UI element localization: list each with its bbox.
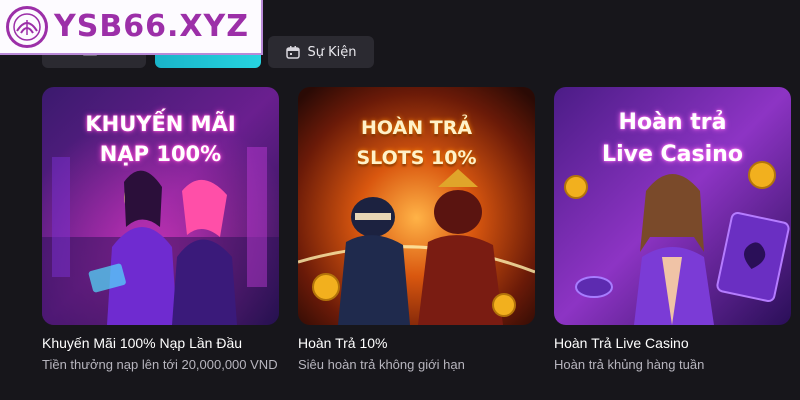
banner-headline: HOÀN TRẢ SLOTS 10%	[298, 113, 535, 173]
banner-line-1: KHUYẾN MÃI	[85, 112, 236, 136]
card-description: Hoàn trả khủng hàng tuần	[554, 357, 705, 372]
promo-banner-image[interactable]: KHUYẾN MÃI NẠP 100%	[42, 87, 279, 325]
tab-events[interactable]: Sự Kiện	[268, 36, 374, 68]
banner-headline: Hoàn trả Live Casino	[554, 107, 791, 171]
banner-line-1: HOÀN TRẢ	[360, 117, 473, 139]
promo-card-first-deposit[interactable]: KHUYẾN MÃI NẠP 100% Khuyến Mãi 100% Nạp …	[42, 87, 279, 372]
tab-events-label: Sự Kiện	[307, 44, 357, 60]
logo-emblem-icon	[6, 5, 48, 48]
card-title[interactable]: Hoàn Trả 10%	[298, 335, 535, 351]
card-title[interactable]: Hoàn Trả Live Casino	[554, 335, 791, 351]
banner-line-2: NẠP 100%	[99, 142, 222, 166]
card-title[interactable]: Khuyến Mãi 100% Nạp Lần Đầu	[42, 335, 279, 351]
card-description: Siêu hoàn trả không giới hạn	[298, 357, 465, 372]
calendar-icon	[285, 46, 300, 59]
brand-logo[interactable]: YSB66.XYZ	[0, 0, 263, 55]
promo-banner-image[interactable]: Hoàn trả Live Casino	[554, 87, 791, 325]
banner-line-2: SLOTS 10%	[356, 147, 477, 169]
banner-line-2: Live Casino	[602, 142, 743, 167]
banner-headline: KHUYẾN MÃI NẠP 100%	[42, 109, 279, 169]
promo-banner-image[interactable]: HOÀN TRẢ SLOTS 10%	[298, 87, 535, 325]
brand-name: YSB66.XYZ	[54, 9, 249, 44]
promo-card-slots-rebate[interactable]: HOÀN TRẢ SLOTS 10% Hoàn Trả 10% Siêu hoà…	[298, 87, 535, 372]
card-description: Tiền thưởng nạp lên tới 20,000,000 VND	[42, 357, 278, 372]
promo-card-live-casino-rebate[interactable]: Hoàn trả Live Casino Hoàn Trả Live Casin…	[554, 87, 791, 372]
banner-line-1: Hoàn trả	[618, 110, 727, 135]
